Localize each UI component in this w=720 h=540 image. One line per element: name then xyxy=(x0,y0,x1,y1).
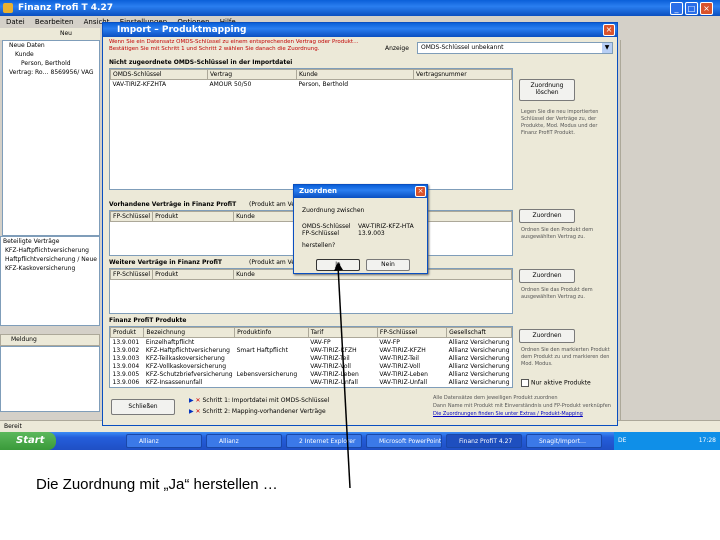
caption: Die Zuordnung mit „Ja“ herstellen … xyxy=(36,476,278,493)
pointer-line xyxy=(337,265,351,489)
pointer-arrowhead xyxy=(334,262,343,271)
annotation-line xyxy=(334,262,351,489)
